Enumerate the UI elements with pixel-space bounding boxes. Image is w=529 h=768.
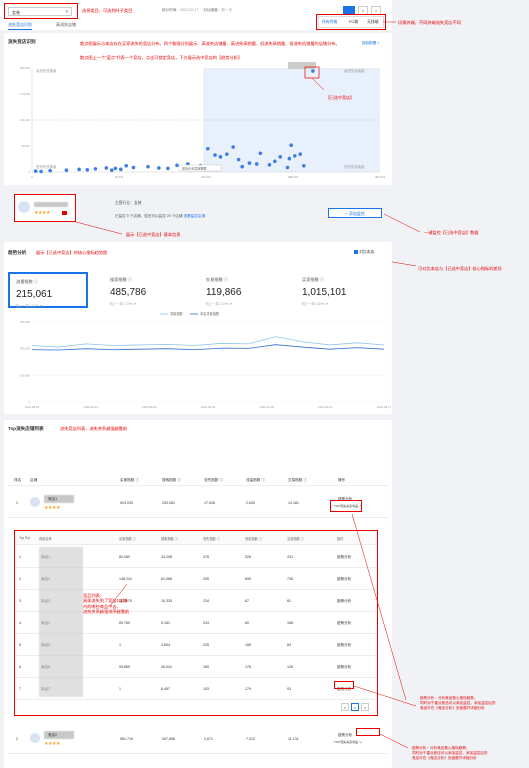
annotation-arrows-bottom [109,513,417,749]
